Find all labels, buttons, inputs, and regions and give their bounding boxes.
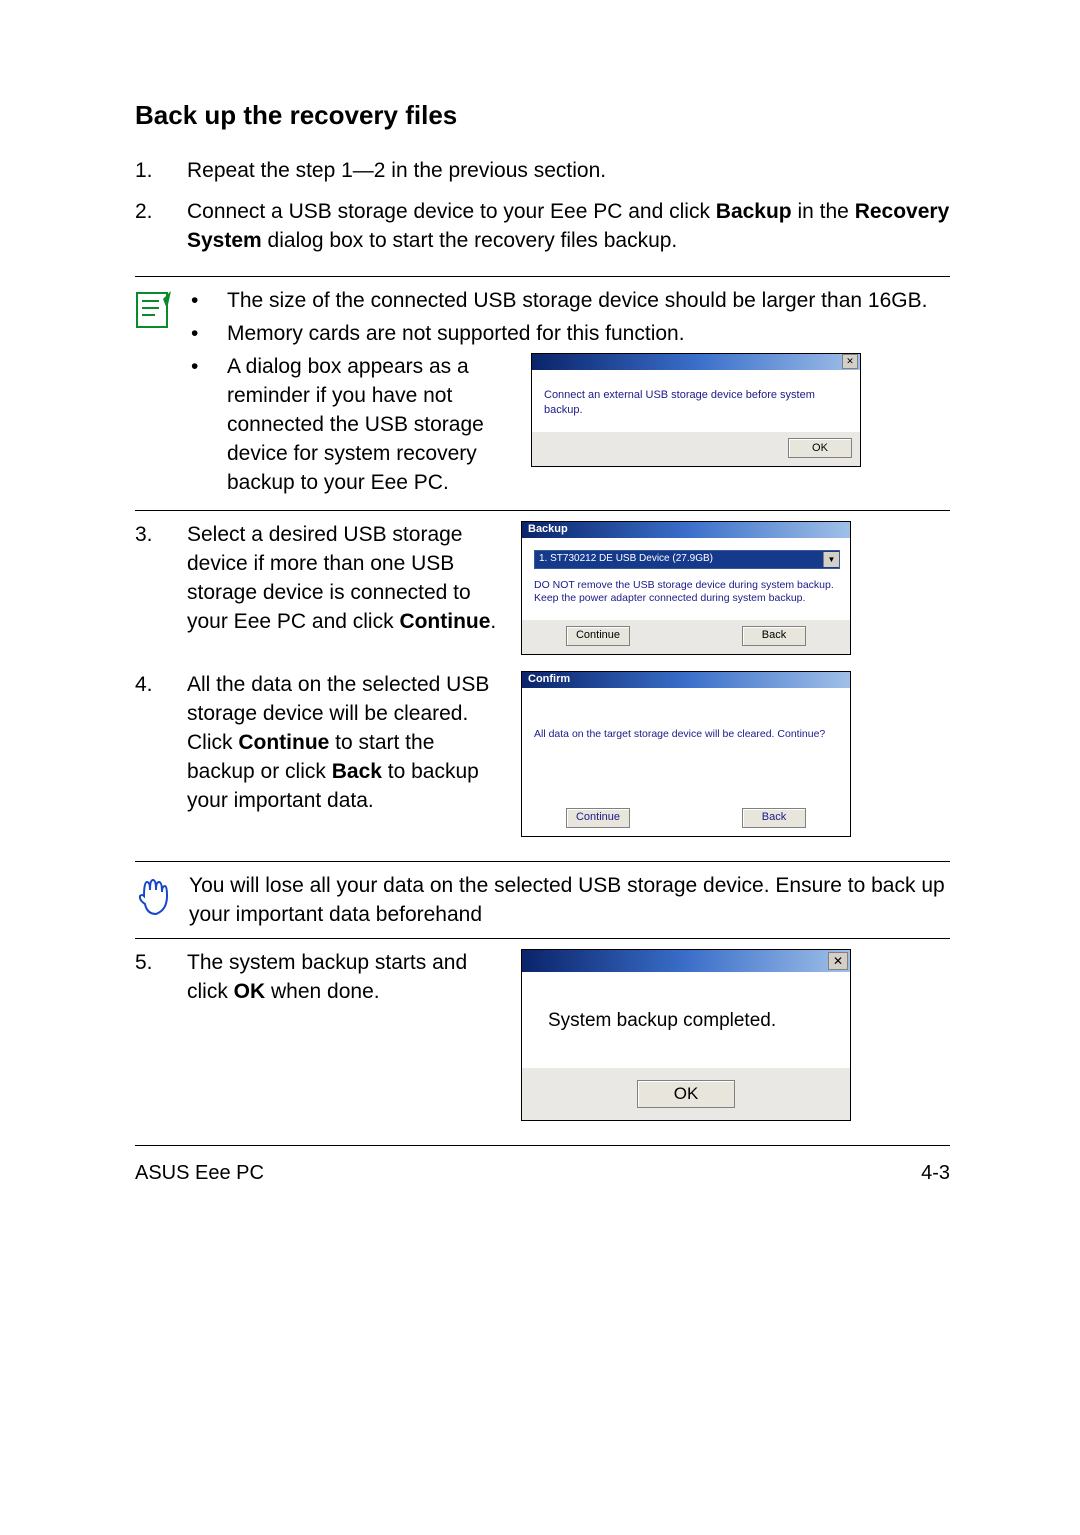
note-bullet: A dialog box appears as a reminder if yo… — [189, 353, 950, 498]
page-footer: ASUS Eee PC 4-3 — [135, 1162, 950, 1185]
warning-callout: You will lose all your data on the selec… — [135, 872, 950, 930]
note-callout: The size of the connected USB storage de… — [135, 287, 950, 502]
dialog-title: Confirm — [524, 672, 570, 687]
dialog-title: Backup — [524, 522, 568, 537]
divider — [135, 276, 950, 277]
note-icon — [135, 287, 189, 502]
dialog-completed: ✕ System backup completed. OK — [521, 949, 851, 1121]
continue-button[interactable]: Continue — [566, 808, 630, 828]
step-5: 5. The system backup starts and click OK… — [135, 949, 950, 1125]
step-number: 5. — [135, 949, 187, 1125]
footer-right: 4-3 — [921, 1162, 950, 1185]
note-bullet: The size of the connected USB storage de… — [189, 287, 950, 316]
dialog-backup: Backup 1. ST730212 DE USB Device (27.9GB… — [521, 521, 851, 655]
step-text: All the data on the selected USB storage… — [187, 671, 497, 816]
back-button[interactable]: Back — [742, 808, 806, 828]
step-text: The system backup starts and click OK wh… — [187, 949, 497, 1007]
dialog-usb-reminder: ✕ Connect an external USB storage device… — [531, 353, 861, 467]
step-number: 3. — [135, 521, 187, 659]
divider — [135, 938, 950, 939]
dialog-message: All data on the target storage device wi… — [522, 688, 850, 802]
note-text: A dialog box appears as a reminder if yo… — [227, 353, 507, 498]
page-heading: Back up the recovery files — [135, 100, 950, 131]
footer-left: ASUS Eee PC — [135, 1162, 264, 1185]
continue-button[interactable]: Continue — [566, 626, 630, 646]
ok-button[interactable]: OK — [788, 438, 852, 458]
close-icon[interactable]: ✕ — [828, 952, 848, 970]
usb-device-select[interactable]: 1. ST730212 DE USB Device (27.9GB) ▼ — [534, 550, 840, 569]
back-button[interactable]: Back — [742, 626, 806, 646]
dialog-message: System backup completed. — [522, 972, 850, 1068]
dialog-confirm: Confirm All data on the target storage d… — [521, 671, 851, 837]
warning-text: You will lose all your data on the selec… — [189, 872, 950, 930]
step-1: 1. Repeat the step 1—2 in the previous s… — [135, 157, 950, 186]
close-icon[interactable]: ✕ — [842, 354, 858, 369]
ok-button[interactable]: OK — [637, 1080, 735, 1108]
step-2: 2. Connect a USB storage device to your … — [135, 198, 950, 256]
step-number: 1. — [135, 157, 187, 186]
step-text: Select a desired USB storage device if m… — [187, 521, 497, 637]
chevron-down-icon[interactable]: ▼ — [823, 552, 839, 567]
step-number: 4. — [135, 671, 187, 841]
step-3: 3. Select a desired USB storage device i… — [135, 521, 950, 659]
step-4: 4. All the data on the selected USB stor… — [135, 671, 950, 841]
divider — [135, 510, 950, 511]
stop-hand-icon — [135, 872, 189, 930]
dialog-note: DO NOT remove the USB storage device dur… — [534, 579, 840, 606]
step-text: Connect a USB storage device to your Eee… — [187, 198, 950, 256]
divider — [135, 1145, 950, 1146]
step-text: Repeat the step 1—2 in the previous sect… — [187, 157, 950, 186]
dialog-message: Connect an external USB storage device b… — [532, 370, 860, 432]
divider — [135, 861, 950, 862]
note-bullet: Memory cards are not supported for this … — [189, 320, 950, 349]
step-number: 2. — [135, 198, 187, 256]
